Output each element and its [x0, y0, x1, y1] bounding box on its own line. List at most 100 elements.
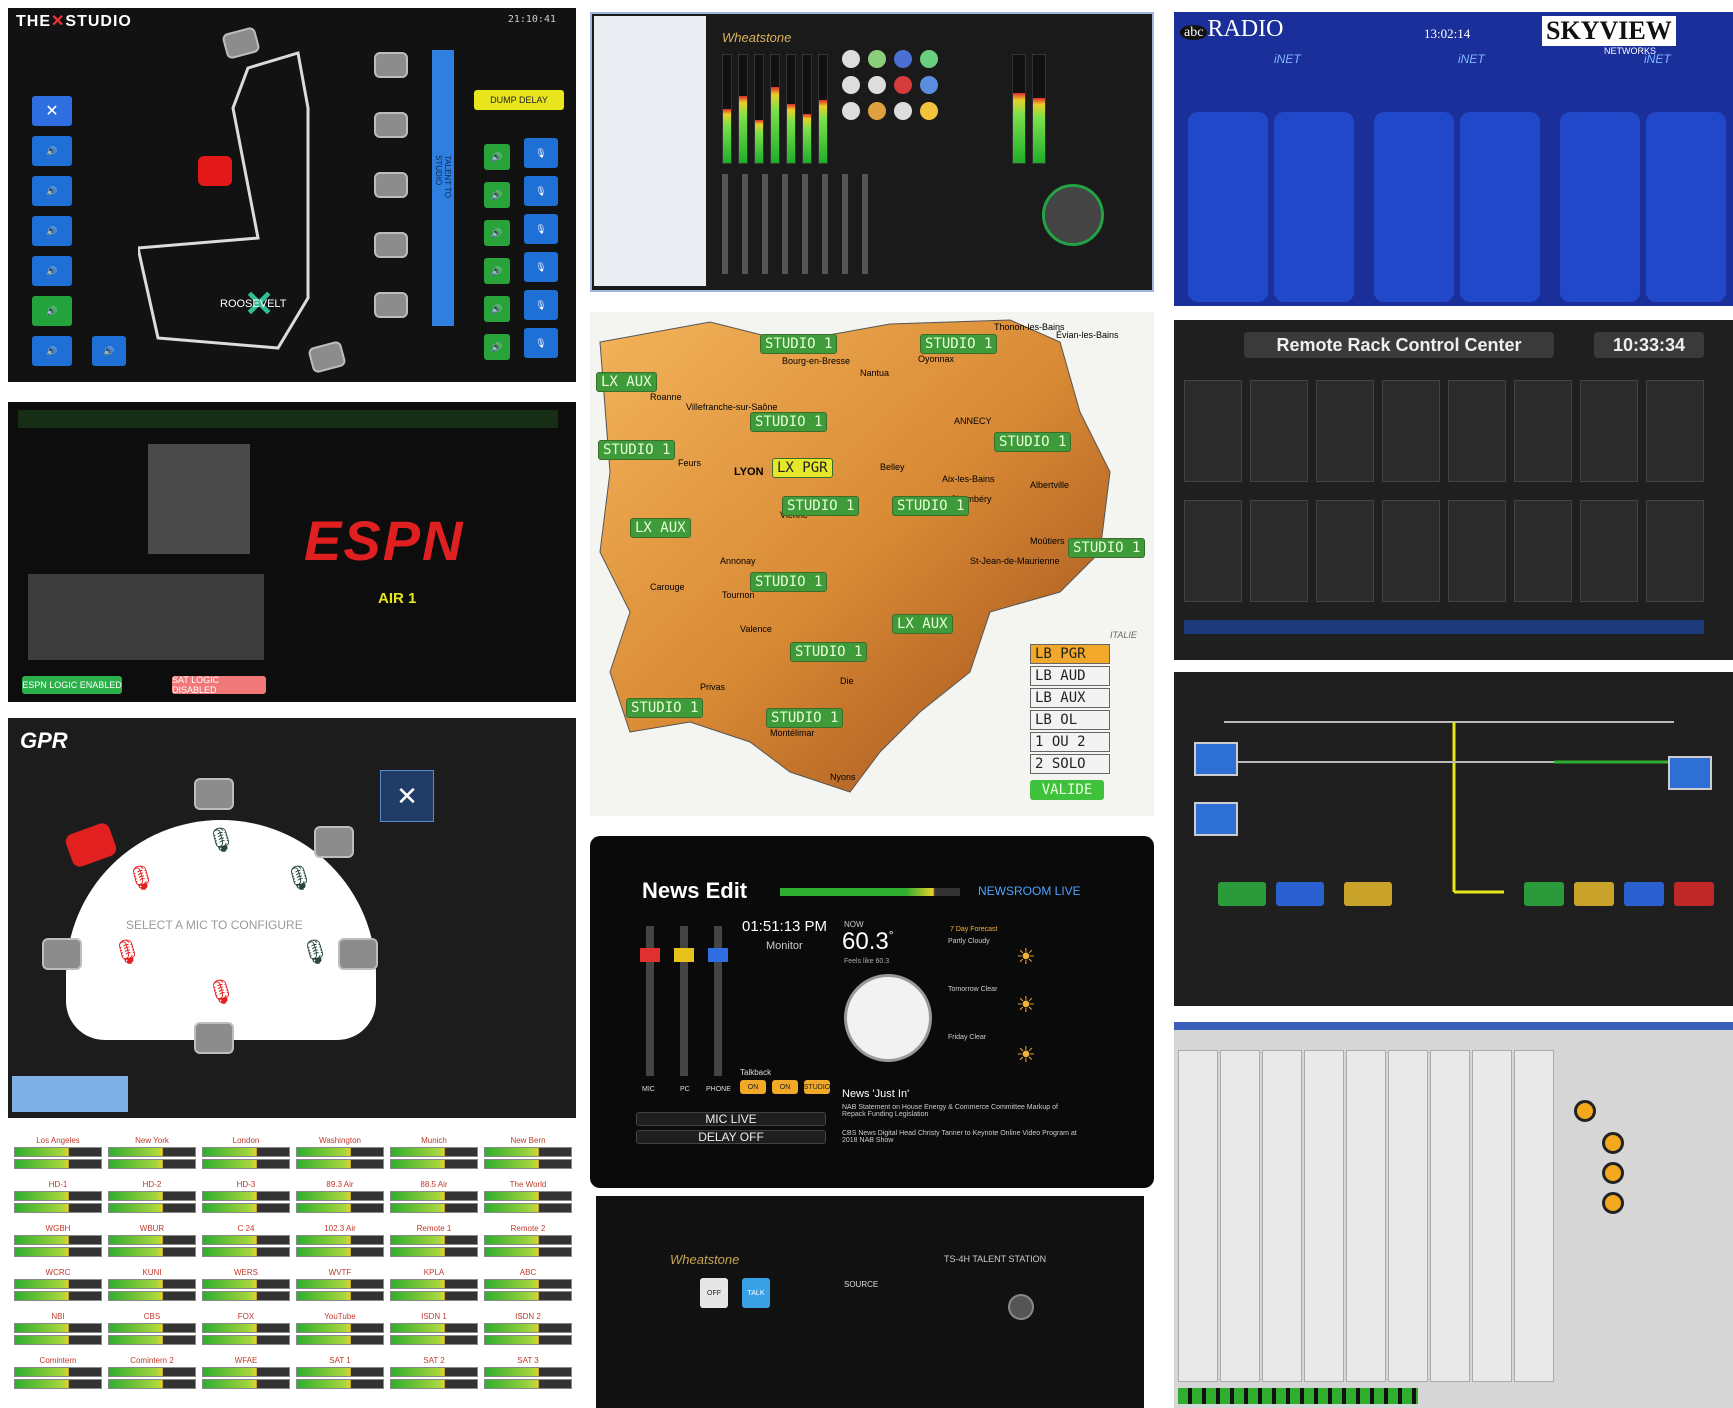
meter-cell[interactable]: HD-1 — [14, 1180, 102, 1220]
rack-unit[interactable] — [1646, 380, 1704, 482]
map-tag[interactable]: STUDIO 1 — [994, 432, 1072, 452]
seat[interactable] — [194, 778, 234, 810]
meter-cell[interactable]: Munich — [390, 1136, 478, 1176]
talkback-button[interactable]: ON — [772, 1080, 798, 1094]
seat[interactable] — [374, 172, 408, 198]
map-tag[interactable]: LX AUX — [892, 614, 953, 634]
map-tag[interactable]: STUDIO 1 — [766, 708, 844, 728]
seat[interactable] — [374, 112, 408, 138]
mic-button[interactable]: 🎙 — [524, 290, 558, 320]
dump-delay-button[interactable]: DUMP DELAY — [474, 90, 564, 110]
mic-icon[interactable]: 🎙 — [206, 826, 236, 855]
meter-cell[interactable]: WBUR — [108, 1224, 196, 1264]
rack-unit[interactable] — [1316, 500, 1374, 602]
meter-cell[interactable]: Washington — [296, 1136, 384, 1176]
map-tag[interactable]: LX AUX — [596, 372, 657, 392]
knob[interactable] — [842, 102, 860, 120]
legend-item[interactable]: 1 OU 2 — [1030, 732, 1110, 752]
meter-cell[interactable]: WVTF — [296, 1268, 384, 1308]
seat[interactable] — [374, 232, 408, 258]
route-button[interactable] — [1674, 882, 1714, 906]
meter-cell[interactable]: NBI — [14, 1312, 102, 1352]
meter-cell[interactable]: New York — [108, 1136, 196, 1176]
fader-cap[interactable] — [708, 948, 728, 962]
knob[interactable] — [894, 50, 912, 68]
delay-off-button[interactable]: DELAY OFF — [636, 1130, 826, 1144]
meter-cell[interactable]: ISDN 1 — [390, 1312, 478, 1352]
speaker-button[interactable]: 🔊 — [484, 182, 510, 208]
sat-logic-disabled-button[interactable]: SAT LOGIC DISABLED — [172, 675, 266, 695]
meter-cell[interactable]: WERS — [202, 1268, 290, 1308]
knob[interactable] — [1602, 1132, 1624, 1154]
fader-slot[interactable] — [842, 174, 848, 274]
map-tag[interactable]: STUDIO 1 — [790, 642, 868, 662]
mic-button[interactable]: 🎙 — [524, 138, 558, 168]
channel-strip[interactable] — [1304, 1050, 1344, 1382]
fader-slot[interactable] — [762, 174, 768, 274]
fader-slot[interactable] — [802, 174, 808, 274]
channel-strip[interactable] — [1178, 1050, 1218, 1382]
knob[interactable] — [920, 76, 938, 94]
speaker-button[interactable]: 🔊 — [32, 176, 72, 206]
file-browser[interactable] — [594, 16, 706, 286]
meter-cell[interactable]: Remote 1 — [390, 1224, 478, 1264]
meter-cell[interactable]: WCRC — [14, 1268, 102, 1308]
mic-icon[interactable]: 🎙 — [300, 938, 330, 967]
channel-strip[interactable] — [1274, 112, 1354, 302]
meter-cell[interactable]: Comintern — [14, 1356, 102, 1396]
seat[interactable] — [374, 292, 408, 318]
channel-strip[interactable] — [1646, 112, 1726, 302]
rack-unit[interactable] — [1382, 500, 1440, 602]
meter-cell[interactable]: New Bern — [484, 1136, 572, 1176]
legend-item[interactable]: LB AUX — [1030, 688, 1110, 708]
meter-cell[interactable]: 89.3 Air — [296, 1180, 384, 1220]
meter-cell[interactable]: SAT 2 — [390, 1356, 478, 1396]
rack-unit[interactable] — [1448, 380, 1506, 482]
channel-strip[interactable] — [1472, 1050, 1512, 1382]
map-tag[interactable]: LX PGR — [772, 458, 833, 478]
channel-strip[interactable] — [1514, 1050, 1554, 1382]
seat[interactable] — [42, 938, 82, 970]
espn-logic-enabled-button[interactable]: ESPN LOGIC ENABLED — [22, 676, 122, 694]
rack-unit[interactable] — [1580, 380, 1638, 482]
mute-button[interactable]: ✕ — [32, 96, 72, 126]
channel-strip[interactable] — [1346, 1050, 1386, 1382]
map-tag[interactable]: STUDIO 1 — [1068, 538, 1146, 558]
meter-cell[interactable]: Remote 2 — [484, 1224, 572, 1264]
rack-unit[interactable] — [1448, 500, 1506, 602]
speaker-button[interactable]: 🔊 — [32, 296, 72, 326]
talkback-button[interactable]: ON — [740, 1080, 766, 1094]
seat[interactable] — [338, 938, 378, 970]
seat[interactable] — [374, 52, 408, 78]
channel-strip[interactable] — [1430, 1050, 1470, 1382]
meter-cell[interactable]: FOX — [202, 1312, 290, 1352]
speaker-button[interactable]: 🔊 — [484, 220, 510, 246]
meter-cell[interactable]: 102.3 Air — [296, 1224, 384, 1264]
channel-strip[interactable] — [1262, 1050, 1302, 1382]
knob[interactable] — [1574, 1100, 1596, 1122]
knob[interactable] — [868, 76, 886, 94]
rack-unit[interactable] — [1184, 380, 1242, 482]
map-tag[interactable]: STUDIO 1 — [626, 698, 704, 718]
rack-unit[interactable] — [1250, 380, 1308, 482]
fader-slot[interactable] — [742, 174, 748, 274]
rack-unit[interactable] — [1580, 500, 1638, 602]
map-tag[interactable]: STUDIO 1 — [892, 496, 970, 516]
legend-item[interactable]: LB PGR — [1030, 644, 1110, 664]
fader-slot[interactable] — [782, 174, 788, 274]
mic-button[interactable]: 🎙 — [524, 328, 558, 358]
map-tag[interactable]: STUDIO 1 — [750, 412, 828, 432]
route-button[interactable] — [1344, 882, 1392, 906]
speaker-button[interactable]: 🔊 — [484, 258, 510, 284]
map-tag[interactable]: LX AUX — [630, 518, 691, 538]
channel-strip[interactable] — [1560, 112, 1640, 302]
legend-item[interactable]: LB OL — [1030, 710, 1110, 730]
fader-cap[interactable] — [674, 948, 694, 962]
mic-button[interactable]: 🎙 — [524, 252, 558, 282]
channel-strip[interactable] — [1188, 112, 1268, 302]
map-tag[interactable]: STUDIO 1 — [760, 334, 838, 354]
knob[interactable] — [842, 50, 860, 68]
rack-unit[interactable] — [1382, 380, 1440, 482]
talkback-button[interactable]: STUDIO — [804, 1080, 830, 1094]
meter-cell[interactable]: SAT 3 — [484, 1356, 572, 1396]
